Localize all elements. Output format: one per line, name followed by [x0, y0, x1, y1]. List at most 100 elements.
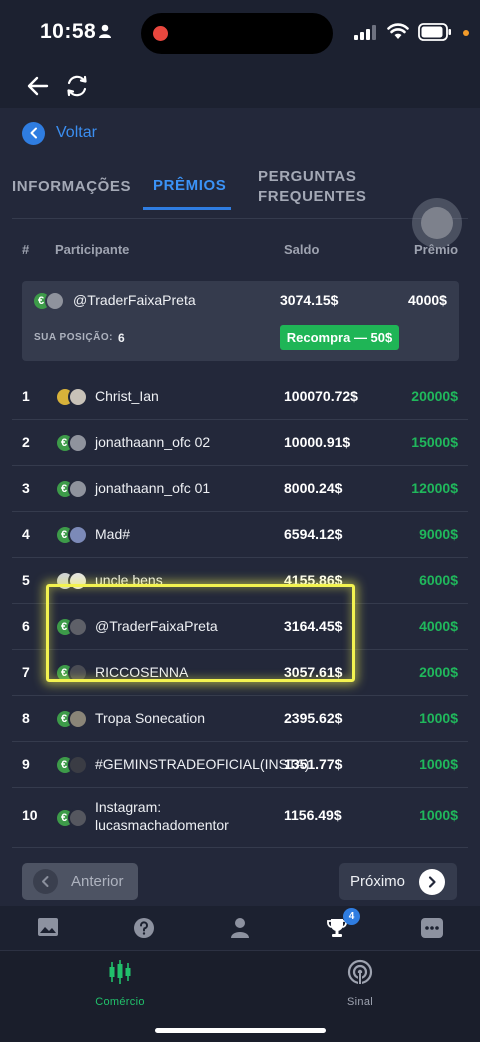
- my-balance: 3074.15$: [280, 292, 339, 308]
- row-rank: 2: [22, 434, 30, 450]
- avatar: €: [55, 709, 91, 729]
- recording-dot: [153, 26, 168, 41]
- header-rank: #: [22, 242, 30, 257]
- row-name: Tropa Sonecation: [95, 710, 205, 726]
- cell-signal-icon: [354, 25, 376, 40]
- row-prize: 9000$: [419, 526, 458, 542]
- table-row[interactable]: 8 € Tropa Sonecation 2395.62$ 1000$: [0, 696, 480, 742]
- row-balance: 1351.77$: [284, 756, 343, 772]
- row-rank: 7: [22, 664, 30, 680]
- table-row[interactable]: 3 € jonathaann_ofc 01 8000.24$ 12000$: [0, 466, 480, 512]
- privacy-indicator-dot: [463, 30, 469, 36]
- row-balance: 2395.62$: [284, 710, 343, 726]
- top-bar: [0, 64, 480, 108]
- help-icon[interactable]: [133, 917, 155, 939]
- signal-broadcast-icon: [347, 959, 373, 985]
- row-prize: 1000$: [419, 807, 458, 823]
- candlestick-icon: [109, 960, 131, 984]
- voltar-label: Voltar: [56, 124, 97, 141]
- next-label: Próximo: [350, 873, 406, 890]
- avatar: €: [32, 291, 68, 311]
- avatar: €: [55, 433, 91, 453]
- header-balance: Saldo: [284, 242, 320, 257]
- row-name: Instagram: lucasmachadomentor: [95, 799, 229, 833]
- row-balance: 10000.91$: [284, 434, 351, 450]
- table-row[interactable]: 4 € Mad# 6594.12$ 9000$: [0, 512, 480, 558]
- row-name: jonathaann_ofc 02: [95, 434, 211, 450]
- more-icon[interactable]: [421, 917, 443, 939]
- table-row[interactable]: 1 Christ_Ian 100070.72$ 20000$: [0, 374, 480, 420]
- row-name: jonathaann_ofc 01: [95, 480, 211, 496]
- table-row[interactable]: 9 € #GEMINSTRADEOFICIAL(INSTA) 1351.77$ …: [0, 742, 480, 788]
- previous-page-button[interactable]: Anterior: [22, 863, 138, 900]
- dynamic-island: [141, 13, 333, 54]
- chevron-left-icon: [22, 121, 45, 145]
- avatar: €: [55, 479, 91, 499]
- row-prize: 2000$: [419, 664, 458, 680]
- row-rank: 10: [22, 807, 38, 823]
- row-prize: 20000$: [411, 388, 458, 404]
- row-prize: 4000$: [419, 618, 458, 634]
- wifi-icon: [387, 23, 409, 39]
- row-prize: 12000$: [411, 480, 458, 496]
- tab-perguntas-frequentes[interactable]: PERGUNTAS FREQUENTES: [258, 167, 368, 207]
- row-rank: 1: [22, 388, 30, 404]
- table-header: # Participante Saldo Prêmio: [0, 240, 480, 260]
- header-participant: Participante: [55, 242, 130, 257]
- bottom-nav: Comércio Sinal: [0, 950, 480, 1042]
- row-rank: 8: [22, 710, 30, 726]
- divider: [12, 218, 468, 219]
- row-name: Mad#: [95, 526, 131, 542]
- avatar: €: [55, 808, 91, 828]
- row-prize: 6000$: [419, 572, 458, 588]
- user-icon[interactable]: [230, 917, 250, 939]
- row-balance: 6594.12$: [284, 526, 343, 542]
- next-page-button[interactable]: Próximo: [339, 863, 457, 900]
- row-rank: 4: [22, 526, 30, 542]
- nav-comercio[interactable]: Comércio: [60, 959, 180, 1008]
- my-prize: 4000$: [408, 292, 447, 308]
- back-arrow-icon[interactable]: [26, 74, 50, 98]
- chevron-left-icon: [33, 869, 58, 894]
- row-name: Christ_Ian: [95, 388, 159, 404]
- section-icon-bar: 4: [0, 906, 480, 950]
- nav-sinal-label: Sinal: [347, 996, 373, 1008]
- row-rank: 5: [22, 572, 30, 588]
- chevron-right-icon: [419, 869, 445, 895]
- avatar: €: [55, 755, 91, 775]
- person-icon: [99, 24, 111, 38]
- battery-icon: [418, 23, 451, 41]
- row-name: #GEMINSTRADEOFICIAL(INSTA): [95, 756, 310, 772]
- row-prize: 15000$: [411, 434, 458, 450]
- row-balance: 1156.49$: [284, 807, 342, 823]
- tournament-panel: Voltar INFORMAÇÕES PRÊMIOS PERGUNTAS FRE…: [0, 108, 480, 906]
- refresh-icon[interactable]: [64, 73, 90, 99]
- avatar: €: [55, 525, 91, 545]
- row-balance: 8000.24$: [284, 480, 343, 496]
- tab-premios[interactable]: PRÊMIOS: [153, 177, 226, 194]
- chart-image-icon[interactable]: [37, 917, 59, 937]
- row-balance: 100070.72$: [284, 388, 358, 404]
- notification-badge: 4: [343, 908, 360, 925]
- status-bar: 10:58: [0, 0, 480, 64]
- my-position-value: 6: [118, 331, 125, 345]
- row-rank: 9: [22, 756, 30, 772]
- rebuy-button[interactable]: Recompra — 50$: [280, 325, 399, 350]
- previous-label: Anterior: [71, 873, 124, 890]
- table-row[interactable]: 10 € Instagram: lucasmachadomentor 1156.…: [0, 788, 480, 848]
- row-rank: 6: [22, 618, 30, 634]
- voltar-link[interactable]: Voltar: [22, 121, 97, 145]
- my-name: @TraderFaixaPreta: [73, 292, 196, 308]
- tab-informacoes[interactable]: INFORMAÇÕES: [12, 178, 131, 195]
- row-prize: 1000$: [419, 710, 458, 726]
- table-row[interactable]: 2 € jonathaann_ofc 02 10000.91$ 15000$: [0, 420, 480, 466]
- highlight-box: [46, 584, 355, 682]
- my-position-label: SUA POSIÇÃO:: [34, 332, 113, 343]
- my-position-card: € @TraderFaixaPreta 3074.15$ 4000$ SUA P…: [22, 281, 459, 361]
- row-prize: 1000$: [419, 756, 458, 772]
- nav-sinal[interactable]: Sinal: [300, 959, 420, 1008]
- status-time: 10:58: [40, 20, 97, 43]
- tab-bar: INFORMAÇÕES PRÊMIOS PERGUNTAS FREQUENTES: [0, 163, 480, 220]
- avatar: [55, 387, 91, 407]
- row-rank: 3: [22, 480, 30, 496]
